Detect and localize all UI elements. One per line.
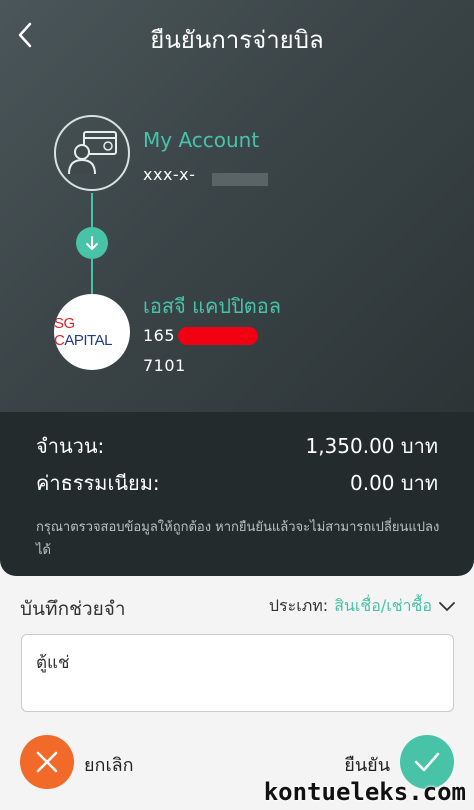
arrow-down-icon — [86, 236, 98, 250]
biller-name: เอสจี แคปปิตอล — [143, 294, 282, 318]
fee-value: 0.00 บาท — [350, 471, 438, 495]
biller-ref2: 7101 — [143, 356, 186, 375]
from-account-name: My Account — [143, 128, 260, 152]
confirm-note: กรุณาตรวจสอบข้อมูลให้ถูกต้อง หากยืนยันแล… — [36, 520, 440, 558]
amount-label: จำนวน: — [36, 434, 105, 458]
type-value: สินเชื่อ/เช่าซื้อ — [334, 596, 432, 615]
flow-line-bottom — [91, 259, 93, 294]
from-account-avatar — [54, 115, 130, 191]
chevron-down-icon — [439, 601, 455, 611]
check-icon — [414, 752, 440, 772]
watermark: kontueleks.com — [263, 778, 466, 806]
masked-ref-digits — [178, 327, 258, 345]
confirm-label[interactable]: ยืนยัน — [344, 750, 390, 779]
type-selector[interactable]: ประเภท: สินเชื่อ/เช่าซื้อ — [269, 594, 456, 619]
fee-label: ค่าธรรมเนียม: — [36, 471, 160, 495]
type-label: ประเภท: — [268, 596, 329, 615]
account-card-icon — [68, 131, 117, 175]
fee-row: ค่าธรรมเนียม: 0.00 บาท — [36, 467, 438, 499]
close-icon — [36, 751, 58, 773]
amount-row: จำนวน: 1,350.00 บาท — [36, 430, 438, 462]
page-title: ยืนยันการจ่ายบิล — [150, 26, 324, 54]
transfer-panel: ยืนยันการจ่ายบิล My Account xxx-x- SG CA… — [0, 0, 474, 412]
biller-logo-text: SG CAPITAL — [54, 315, 112, 349]
memo-input[interactable]: ตู้แช่ — [21, 634, 454, 712]
flow-arrow — [76, 227, 108, 259]
masked-account-digits — [212, 173, 268, 186]
memo-title: บันทึกช่วยจำ — [20, 598, 126, 620]
biller-ref1: 165 — [143, 326, 176, 345]
amount-value: 1,350.00 บาท — [305, 434, 438, 458]
from-account-number: xxx-x- — [143, 165, 196, 184]
biller-logo: SG CAPITAL — [54, 294, 130, 370]
cancel-label[interactable]: ยกเลิก — [84, 750, 134, 779]
cancel-button[interactable] — [20, 735, 74, 789]
flow-line-top — [91, 193, 93, 227]
